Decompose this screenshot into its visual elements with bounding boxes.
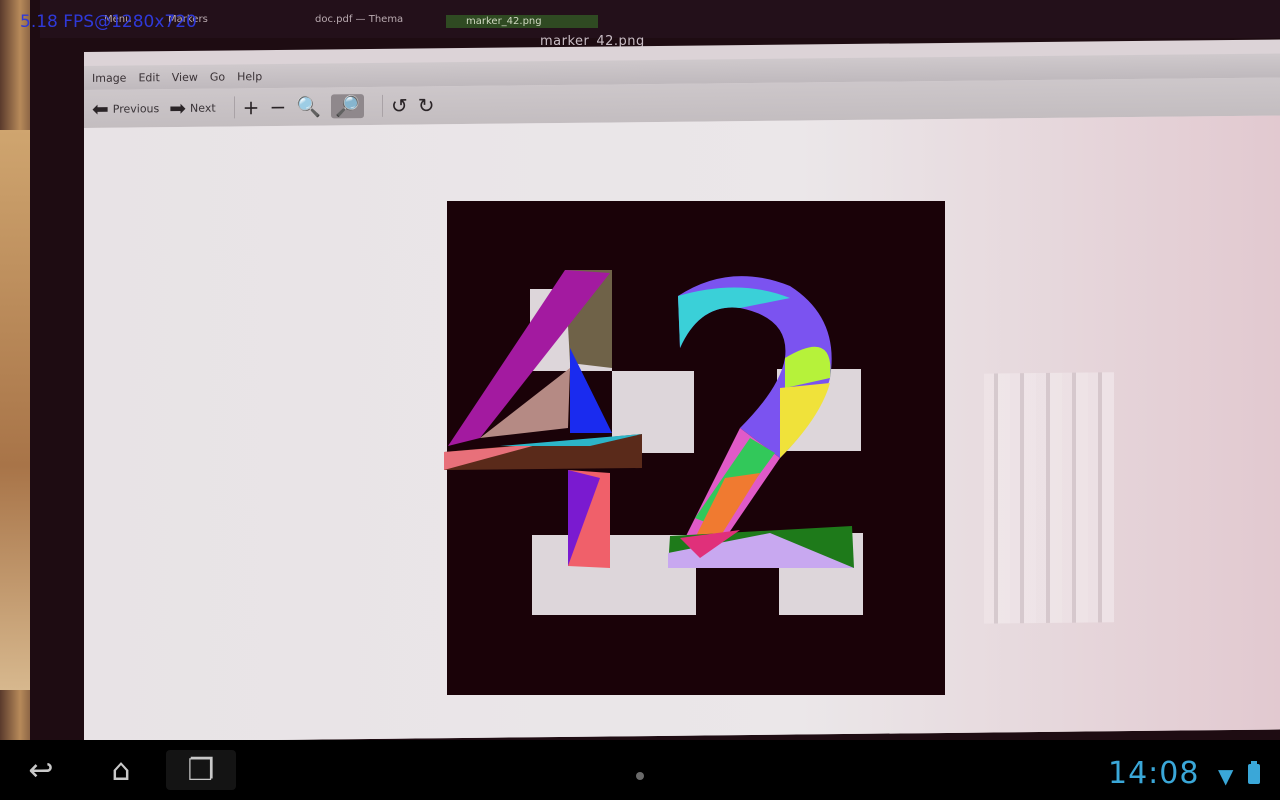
menu-image[interactable]: Image: [92, 71, 126, 84]
menu-go[interactable]: Go: [210, 70, 225, 83]
zoom-normal-icon: 🔍: [296, 94, 322, 119]
ar-facet: [780, 383, 830, 458]
wifi-icon: ▼: [1218, 764, 1234, 788]
battery-icon: [1248, 761, 1260, 784]
fps-overlay: 5.18 FPS@1280x720: [20, 12, 197, 32]
rotate-right-button[interactable]: ↻: [417, 93, 435, 118]
panel-tab-marker[interactable]: marker_42.png: [446, 15, 598, 28]
home-button[interactable]: ⌂: [86, 750, 156, 790]
previous-label: Previous: [112, 101, 160, 116]
rotate-right-icon: ↻: [417, 93, 435, 118]
next-label: Next: [190, 101, 216, 115]
menu-edit[interactable]: Edit: [138, 71, 159, 84]
menu-view[interactable]: View: [172, 70, 198, 83]
back-button[interactable]: ↩: [6, 750, 76, 790]
zoom-out-icon: −: [269, 94, 287, 120]
previous-button[interactable]: ⬅ Previous: [92, 96, 160, 121]
arrow-left-icon: ⬅: [92, 96, 109, 121]
window-reflection: [984, 372, 1114, 624]
desktop-top-panel: Menu Markers doc.pdf — Thema: [40, 0, 1280, 38]
zoom-fit-button[interactable]: 🔎: [331, 94, 365, 119]
toolbar-separator: [233, 96, 235, 119]
arrow-right-icon: ➡: [169, 95, 187, 121]
back-icon: ↩: [28, 752, 54, 788]
android-navbar: ↩ ⌂ ❐: [0, 740, 1280, 800]
status-clock[interactable]: 14:08: [1108, 756, 1199, 791]
next-button[interactable]: ➡ Next: [169, 95, 216, 121]
recent-apps-button[interactable]: ❐: [166, 750, 236, 790]
menu-help[interactable]: Help: [237, 70, 262, 83]
ar-rendered-42: [444, 270, 854, 568]
panel-tab-doc[interactable]: doc.pdf — Thema: [315, 14, 403, 25]
zoom-in-icon: +: [242, 95, 260, 120]
home-icon: ⌂: [111, 752, 131, 788]
navbar-indicator-dot: [636, 772, 644, 780]
zoom-in-button[interactable]: +: [242, 95, 260, 120]
recent-apps-icon: ❐: [187, 752, 215, 788]
rotate-left-button[interactable]: ↺: [391, 93, 408, 118]
camera-view: Menu Markers doc.pdf — Thema marker_42.p…: [0, 0, 1280, 740]
zoom-out-button[interactable]: −: [269, 94, 287, 120]
zoom-fit-icon: 🔎: [335, 94, 361, 119]
zoom-normal-button[interactable]: 🔍: [296, 94, 322, 119]
rotate-left-icon: ↺: [391, 93, 408, 118]
toolbar-separator: [382, 94, 384, 117]
